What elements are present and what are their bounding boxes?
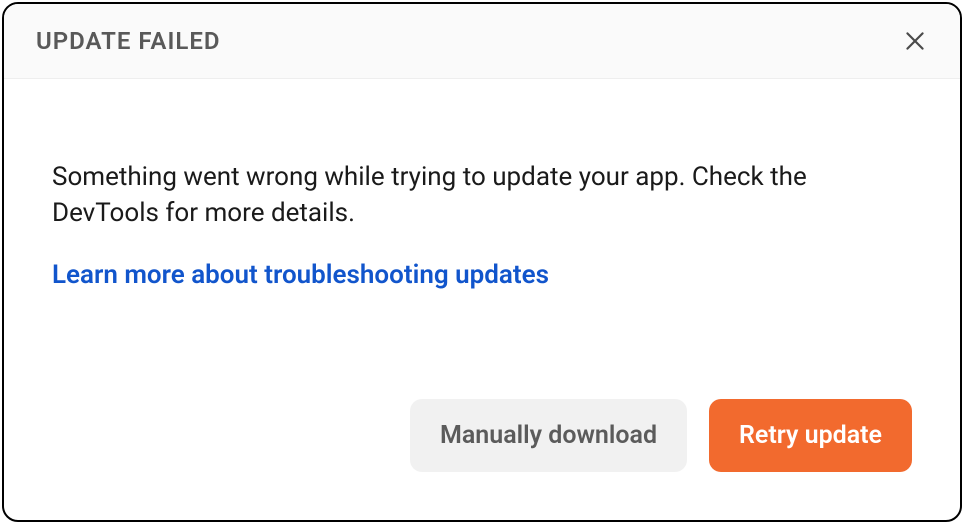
dialog-footer: Manually download Retry update [4,399,960,520]
error-message: Something went wrong while trying to upd… [52,159,912,232]
learn-more-link[interactable]: Learn more about troubleshooting updates [52,260,549,290]
dialog-body: Something went wrong while trying to upd… [4,79,960,399]
retry-update-button[interactable]: Retry update [709,399,912,472]
manually-download-button[interactable]: Manually download [410,399,687,472]
close-button[interactable] [898,24,932,58]
dialog-title: UPDATE FAILED [36,27,221,55]
dialog-header: UPDATE FAILED [4,4,960,79]
update-failed-dialog: UPDATE FAILED Something went wrong while… [2,2,962,522]
close-icon [902,28,928,54]
